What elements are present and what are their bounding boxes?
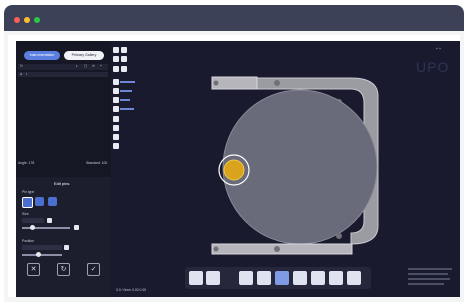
info-line [408, 273, 448, 275]
fluid-icon[interactable] [239, 271, 253, 285]
bottom-toolbar [185, 267, 371, 289]
bottom-clamp-screw-1 [213, 246, 219, 252]
wafer-icon[interactable] [257, 271, 271, 285]
pattern-icon[interactable] [347, 271, 361, 285]
bottom-clamp-screw-3 [336, 233, 342, 239]
sample-icon[interactable] [311, 271, 325, 285]
bottom-clamp-screw-2 [274, 246, 280, 252]
info-panel [408, 265, 458, 295]
info-line [408, 268, 452, 270]
wafer-stage-view[interactable] [16, 41, 460, 297]
window-titlebar [4, 5, 464, 31]
wafer-disc [222, 89, 378, 245]
info-line [408, 283, 444, 285]
top-clamp-screw-1 [213, 80, 219, 86]
cube-icon[interactable] [329, 271, 343, 285]
top-clamp-screw-2 [274, 80, 280, 86]
info-line [408, 278, 450, 280]
sample-chip-icon [223, 159, 245, 181]
status-readout: 0.0 / 0mm 0.00 0.00 [116, 288, 147, 292]
view-icon[interactable] [189, 271, 203, 285]
application-canvas: Instrumentation Primary Gallery ↻ ◐ ▢ ✕ … [16, 41, 460, 297]
maximize-window-dot[interactable] [34, 17, 40, 23]
minimize-window-dot[interactable] [24, 17, 30, 23]
stage-top-clamp [211, 76, 258, 90]
settings-icon[interactable] [206, 271, 220, 285]
stage-bottom-clamp [211, 243, 353, 255]
close-window-dot[interactable] [14, 17, 20, 23]
stage-icon[interactable] [275, 271, 289, 285]
chip-icon[interactable] [293, 271, 307, 285]
